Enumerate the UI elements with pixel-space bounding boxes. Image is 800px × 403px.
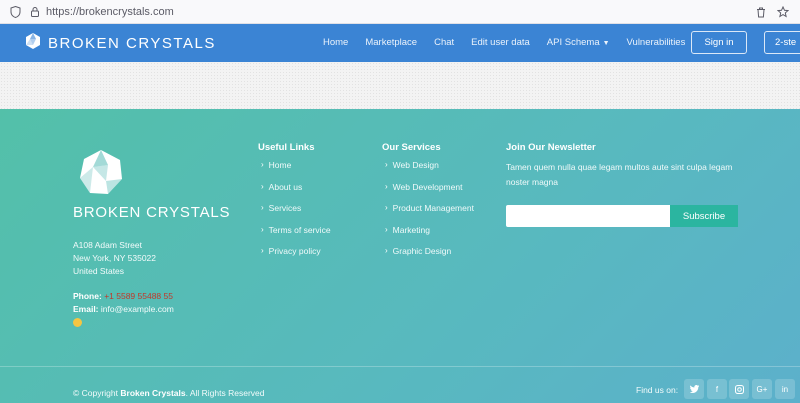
footer-link-label: Privacy policy	[268, 246, 321, 256]
newsletter-form: Subscribe	[506, 205, 738, 227]
chevron-right-icon: ›	[261, 160, 264, 169]
address-line: A108 Adam Street	[73, 240, 142, 250]
linkedin-icon[interactable]: in	[775, 379, 795, 399]
brand-link[interactable]: BROKEN CRYSTALS	[24, 32, 216, 54]
email-value[interactable]: info@example.com	[101, 304, 174, 314]
service-link[interactable]: › Web Design	[382, 160, 474, 182]
nav-api-schema-label: API Schema	[546, 37, 600, 48]
footer-link[interactable]: › Home	[258, 160, 331, 182]
chevron-right-icon: ›	[261, 203, 264, 212]
crystal-logo-icon	[78, 149, 124, 195]
shield-icon[interactable]	[8, 5, 22, 19]
browser-toolbar: https://brokencrystals.com	[0, 0, 800, 24]
footer-link-label: Services	[268, 203, 302, 213]
lock-icon[interactable]	[28, 5, 42, 19]
footer-link[interactable]: › Services	[258, 203, 331, 225]
site-footer: BROKEN CRYSTALS A108 Adam Street New Yor…	[0, 109, 800, 403]
footer-link[interactable]: › Terms of service	[258, 225, 331, 247]
page-content-area	[0, 62, 800, 109]
nav-chat[interactable]: Chat	[434, 37, 454, 48]
service-link[interactable]: › Marketing	[382, 225, 474, 247]
copyright-brand: Broken Crystals	[120, 388, 186, 398]
footer-link-label: Terms of service	[268, 224, 331, 235]
instagram-icon[interactable]	[729, 379, 749, 399]
email-label: Email:	[73, 304, 99, 314]
newsletter-email-input[interactable]	[506, 205, 670, 227]
chevron-right-icon: ›	[385, 203, 388, 212]
service-link-label: Marketing	[392, 224, 430, 235]
copyright-prefix: © Copyright	[73, 388, 119, 398]
main-nav: Home Marketplace Chat Edit user data API…	[323, 37, 702, 48]
useful-links-title: Useful Links	[258, 142, 315, 153]
newsletter-text: Tamen quem nulla quae legam multos aute …	[506, 162, 733, 187]
linkedin-glyph: in	[781, 384, 789, 394]
chevron-right-icon: ›	[261, 224, 264, 234]
service-link-label: Web Development	[392, 181, 463, 192]
smiley-emoji-icon	[73, 318, 82, 327]
chevron-down-icon: ▼	[602, 40, 610, 47]
address-bar-url[interactable]: https://brokencrystals.com	[46, 6, 174, 18]
chevron-right-icon: ›	[385, 224, 388, 234]
sign-in-button[interactable]: Sign in	[691, 31, 747, 54]
brand-name: BROKEN CRYSTALS	[48, 34, 216, 52]
newsletter-title: Join Our Newsletter	[506, 142, 596, 153]
service-link-label: Web Design	[392, 160, 439, 170]
contact-info: Phone: +1 5589 55488 55 Email: info@exam…	[73, 290, 174, 331]
chevron-right-icon: ›	[261, 181, 264, 191]
trash-icon[interactable]	[754, 5, 768, 19]
nav-api-schema[interactable]: API Schema ▼	[547, 37, 610, 48]
subscribe-button[interactable]: Subscribe	[670, 205, 738, 227]
services-title: Our Services	[382, 142, 441, 153]
phone-value[interactable]: +1 5589 55488 55	[104, 291, 173, 301]
chevron-right-icon: ›	[385, 181, 388, 191]
find-us-label: Find us on:	[636, 385, 679, 395]
twitter-icon[interactable]	[684, 379, 704, 399]
service-link-label: Product Management	[392, 203, 474, 213]
copyright-suffix: . All Rights Reserved	[185, 388, 265, 398]
service-link-label: Graphic Design	[392, 246, 452, 256]
footer-divider	[0, 366, 800, 367]
site-header: BROKEN CRYSTALS Home Marketplace Chat Ed…	[0, 24, 800, 62]
address: A108 Adam Street New York, NY 535022 Uni…	[73, 239, 156, 278]
address-line: United States	[73, 266, 125, 276]
chevron-right-icon: ›	[385, 160, 388, 169]
google-plus-glyph: G+	[756, 384, 768, 394]
crystal-logo-icon	[24, 32, 42, 54]
two-step-button[interactable]: 2-ste	[764, 31, 800, 54]
services-column: Our Services › Web Design › Web Developmen…	[382, 142, 474, 268]
footer-link-label: Home	[268, 160, 292, 170]
nav-marketplace[interactable]: Marketplace	[365, 37, 417, 48]
nav-home[interactable]: Home	[323, 37, 348, 48]
facebook-glyph: f	[715, 384, 719, 394]
nav-vulnerabilities[interactable]: Vulnerabilities	[627, 37, 686, 48]
phone-label: Phone:	[73, 291, 102, 301]
google-plus-icon[interactable]: G+	[752, 379, 772, 399]
newsletter-column: Join Our Newsletter Tamen quem nulla qua…	[506, 142, 746, 227]
nav-edit-user-data[interactable]: Edit user data	[471, 37, 530, 48]
address-line: New York, NY 535022	[73, 253, 157, 263]
facebook-icon[interactable]: f	[707, 379, 727, 399]
footer-brand-name: BROKEN CRYSTALS	[73, 204, 231, 221]
copyright: © Copyright Broken Crystals. All Rights …	[73, 388, 265, 398]
star-icon[interactable]	[776, 5, 790, 19]
service-link[interactable]: › Graphic Design	[382, 246, 474, 268]
chevron-right-icon: ›	[385, 246, 388, 255]
chevron-right-icon: ›	[261, 246, 264, 255]
service-link[interactable]: › Web Development	[382, 182, 474, 204]
footer-link[interactable]: › About us	[258, 182, 331, 204]
useful-links-column: Useful Links › Home › About us › Services ›…	[258, 142, 331, 268]
footer-link-label: About us	[268, 181, 303, 192]
service-link[interactable]: › Product Management	[382, 203, 474, 225]
footer-link[interactable]: › Privacy policy	[258, 246, 331, 268]
